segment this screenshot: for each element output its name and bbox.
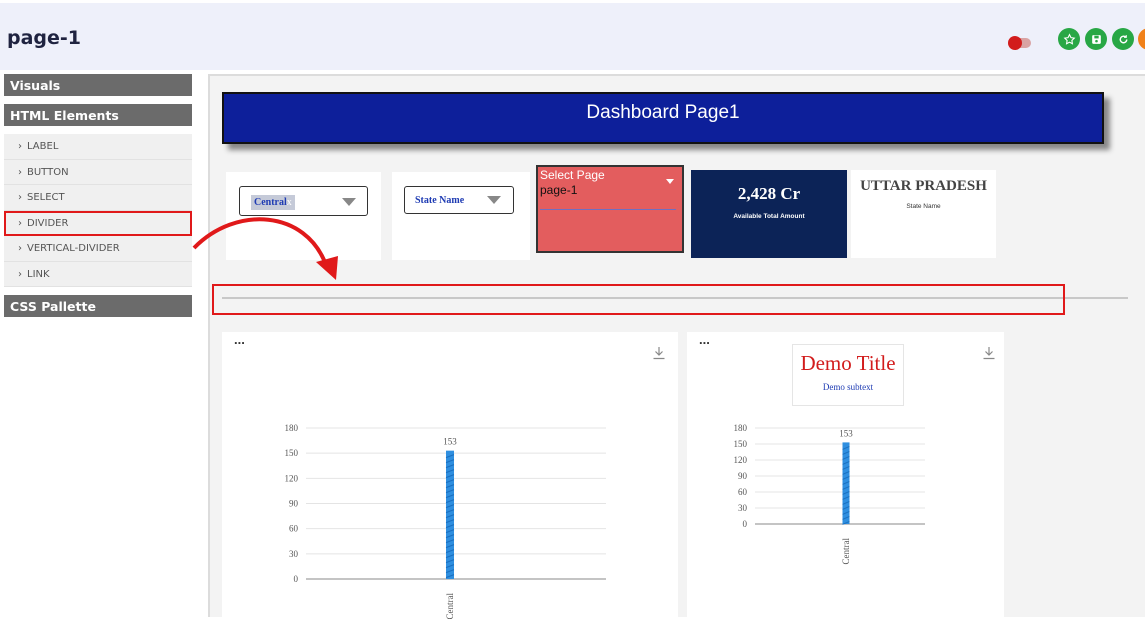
curved-arrow-annotation — [192, 217, 338, 280]
state-label: State Name — [906, 203, 941, 210]
state-select[interactable]: State Name — [404, 186, 514, 214]
bar-chart-1: 0 30 60 90 120 150 180 153 Central — [285, 423, 606, 619]
sidebar-item-label[interactable]: › LABEL — [4, 134, 192, 160]
state-card: UTTAR PRADESH State Name — [851, 170, 996, 258]
sidebar-item-vertical-divider[interactable]: › VERTICAL-DIVIDER — [4, 236, 192, 262]
x-tick-label: Central — [841, 538, 851, 565]
sidebar-item-text: SELECT — [27, 192, 65, 203]
sidebar-section-visuals[interactable]: Visuals — [4, 74, 192, 96]
sidebar-item-text: BUTTON — [27, 166, 69, 178]
star-icon — [1063, 32, 1075, 45]
sidebar-item-link[interactable]: › LINK — [4, 262, 192, 287]
y-tick-label: 0 — [294, 574, 299, 584]
sidebar: Visuals HTML Elements › LABEL › BUTTON › SE… — [4, 74, 192, 617]
chevron-right-icon: › — [18, 166, 22, 178]
y-tick-label: 180 — [285, 423, 299, 433]
kpi-label: Available Total Amount — [733, 213, 805, 220]
save-button[interactable] — [1085, 28, 1107, 50]
sidebar-section-css-palette[interactable]: CSS Pallette — [4, 295, 192, 317]
y-tick-label: 90 — [289, 499, 299, 509]
chevron-right-icon: › — [18, 243, 22, 254]
page-select-label: Select Page — [540, 168, 605, 182]
caret-down-icon — [666, 179, 674, 184]
refresh-button[interactable] — [1112, 28, 1134, 50]
state-filter-card: State Name — [392, 172, 530, 260]
chevron-right-icon: › — [18, 217, 22, 229]
y-tick-label: 150 — [734, 439, 748, 449]
y-tick-label: 150 — [285, 448, 299, 458]
toggle-knob — [1008, 36, 1022, 50]
dashboard-canvas: Dashboard Page1 Centralx State Name Sele… — [208, 74, 1145, 619]
star-button[interactable] — [1058, 28, 1080, 50]
kpi-card: 2,428 Cr Available Total Amount — [691, 170, 847, 258]
y-tick-label: 30 — [289, 549, 299, 559]
sidebar-item-text: LABEL — [27, 141, 59, 152]
toggle-switch[interactable] — [1008, 36, 1031, 50]
save-icon — [1091, 34, 1101, 44]
state-value: UTTAR PRADESH — [860, 178, 987, 194]
chip-label: Central — [254, 197, 287, 208]
y-tick-label: 60 — [289, 524, 299, 534]
sidebar-item-button[interactable]: › BUTTON — [4, 160, 192, 185]
y-tick-label: 120 — [285, 473, 299, 483]
page-title: page-1 — [7, 27, 82, 49]
extra-button[interactable] — [1138, 28, 1145, 50]
sidebar-item-text: DIVIDER — [27, 217, 69, 229]
y-tick-label: 120 — [734, 455, 748, 465]
page-select-underline — [540, 209, 676, 210]
refresh-icon — [1119, 34, 1127, 43]
page-select[interactable]: Select Page page-1 — [536, 165, 684, 253]
chevron-right-icon: › — [18, 141, 22, 152]
dropdown-arrow-icon — [487, 196, 501, 204]
chevron-right-icon: › — [18, 192, 22, 203]
sidebar-item-divider[interactable]: › DIVIDER — [4, 210, 192, 236]
chip-remove-icon[interactable]: x — [287, 197, 292, 208]
chart-card-2: ... Demo Title Demo subtext 0 30 60 90 120 15… — [687, 332, 1004, 619]
sidebar-section-html-elements[interactable]: HTML Elements — [4, 104, 192, 126]
page-select-value: page-1 — [540, 183, 578, 197]
y-tick-label: 180 — [734, 423, 748, 433]
dropdown-arrow-icon — [342, 198, 356, 206]
y-tick-label: 30 — [738, 503, 748, 513]
sidebar-item-text: VERTICAL-DIVIDER — [27, 243, 120, 254]
x-tick-label: Central — [445, 593, 455, 619]
y-tick-label: 0 — [743, 519, 748, 529]
central-chip[interactable]: Centralx — [251, 195, 295, 210]
dashboard-banner: Dashboard Page1 — [222, 92, 1104, 144]
sidebar-item-select[interactable]: › SELECT — [4, 185, 192, 211]
divider-highlight-box — [212, 284, 1065, 315]
kpi-value: 2,428 Cr — [737, 184, 801, 203]
data-label: 153 — [839, 428, 853, 438]
y-tick-label: 60 — [738, 487, 748, 497]
sidebar-item-text: LINK — [27, 268, 50, 280]
data-label: 153 — [443, 437, 457, 447]
chevron-right-icon: › — [18, 268, 22, 280]
state-select-placeholder: State Name — [415, 195, 465, 206]
top-bar: page-1 — [0, 0, 1145, 70]
bar-chart-2: 0 30 60 90 120 150 180 153 Central — [734, 423, 925, 565]
y-tick-label: 90 — [738, 471, 748, 481]
chart-card-1: ... 0 30 60 90 120 150 180 153 Central — [222, 332, 678, 619]
html-elements-list: › LABEL › BUTTON › SELECT › DIVIDER › VERTICA… — [4, 134, 192, 287]
